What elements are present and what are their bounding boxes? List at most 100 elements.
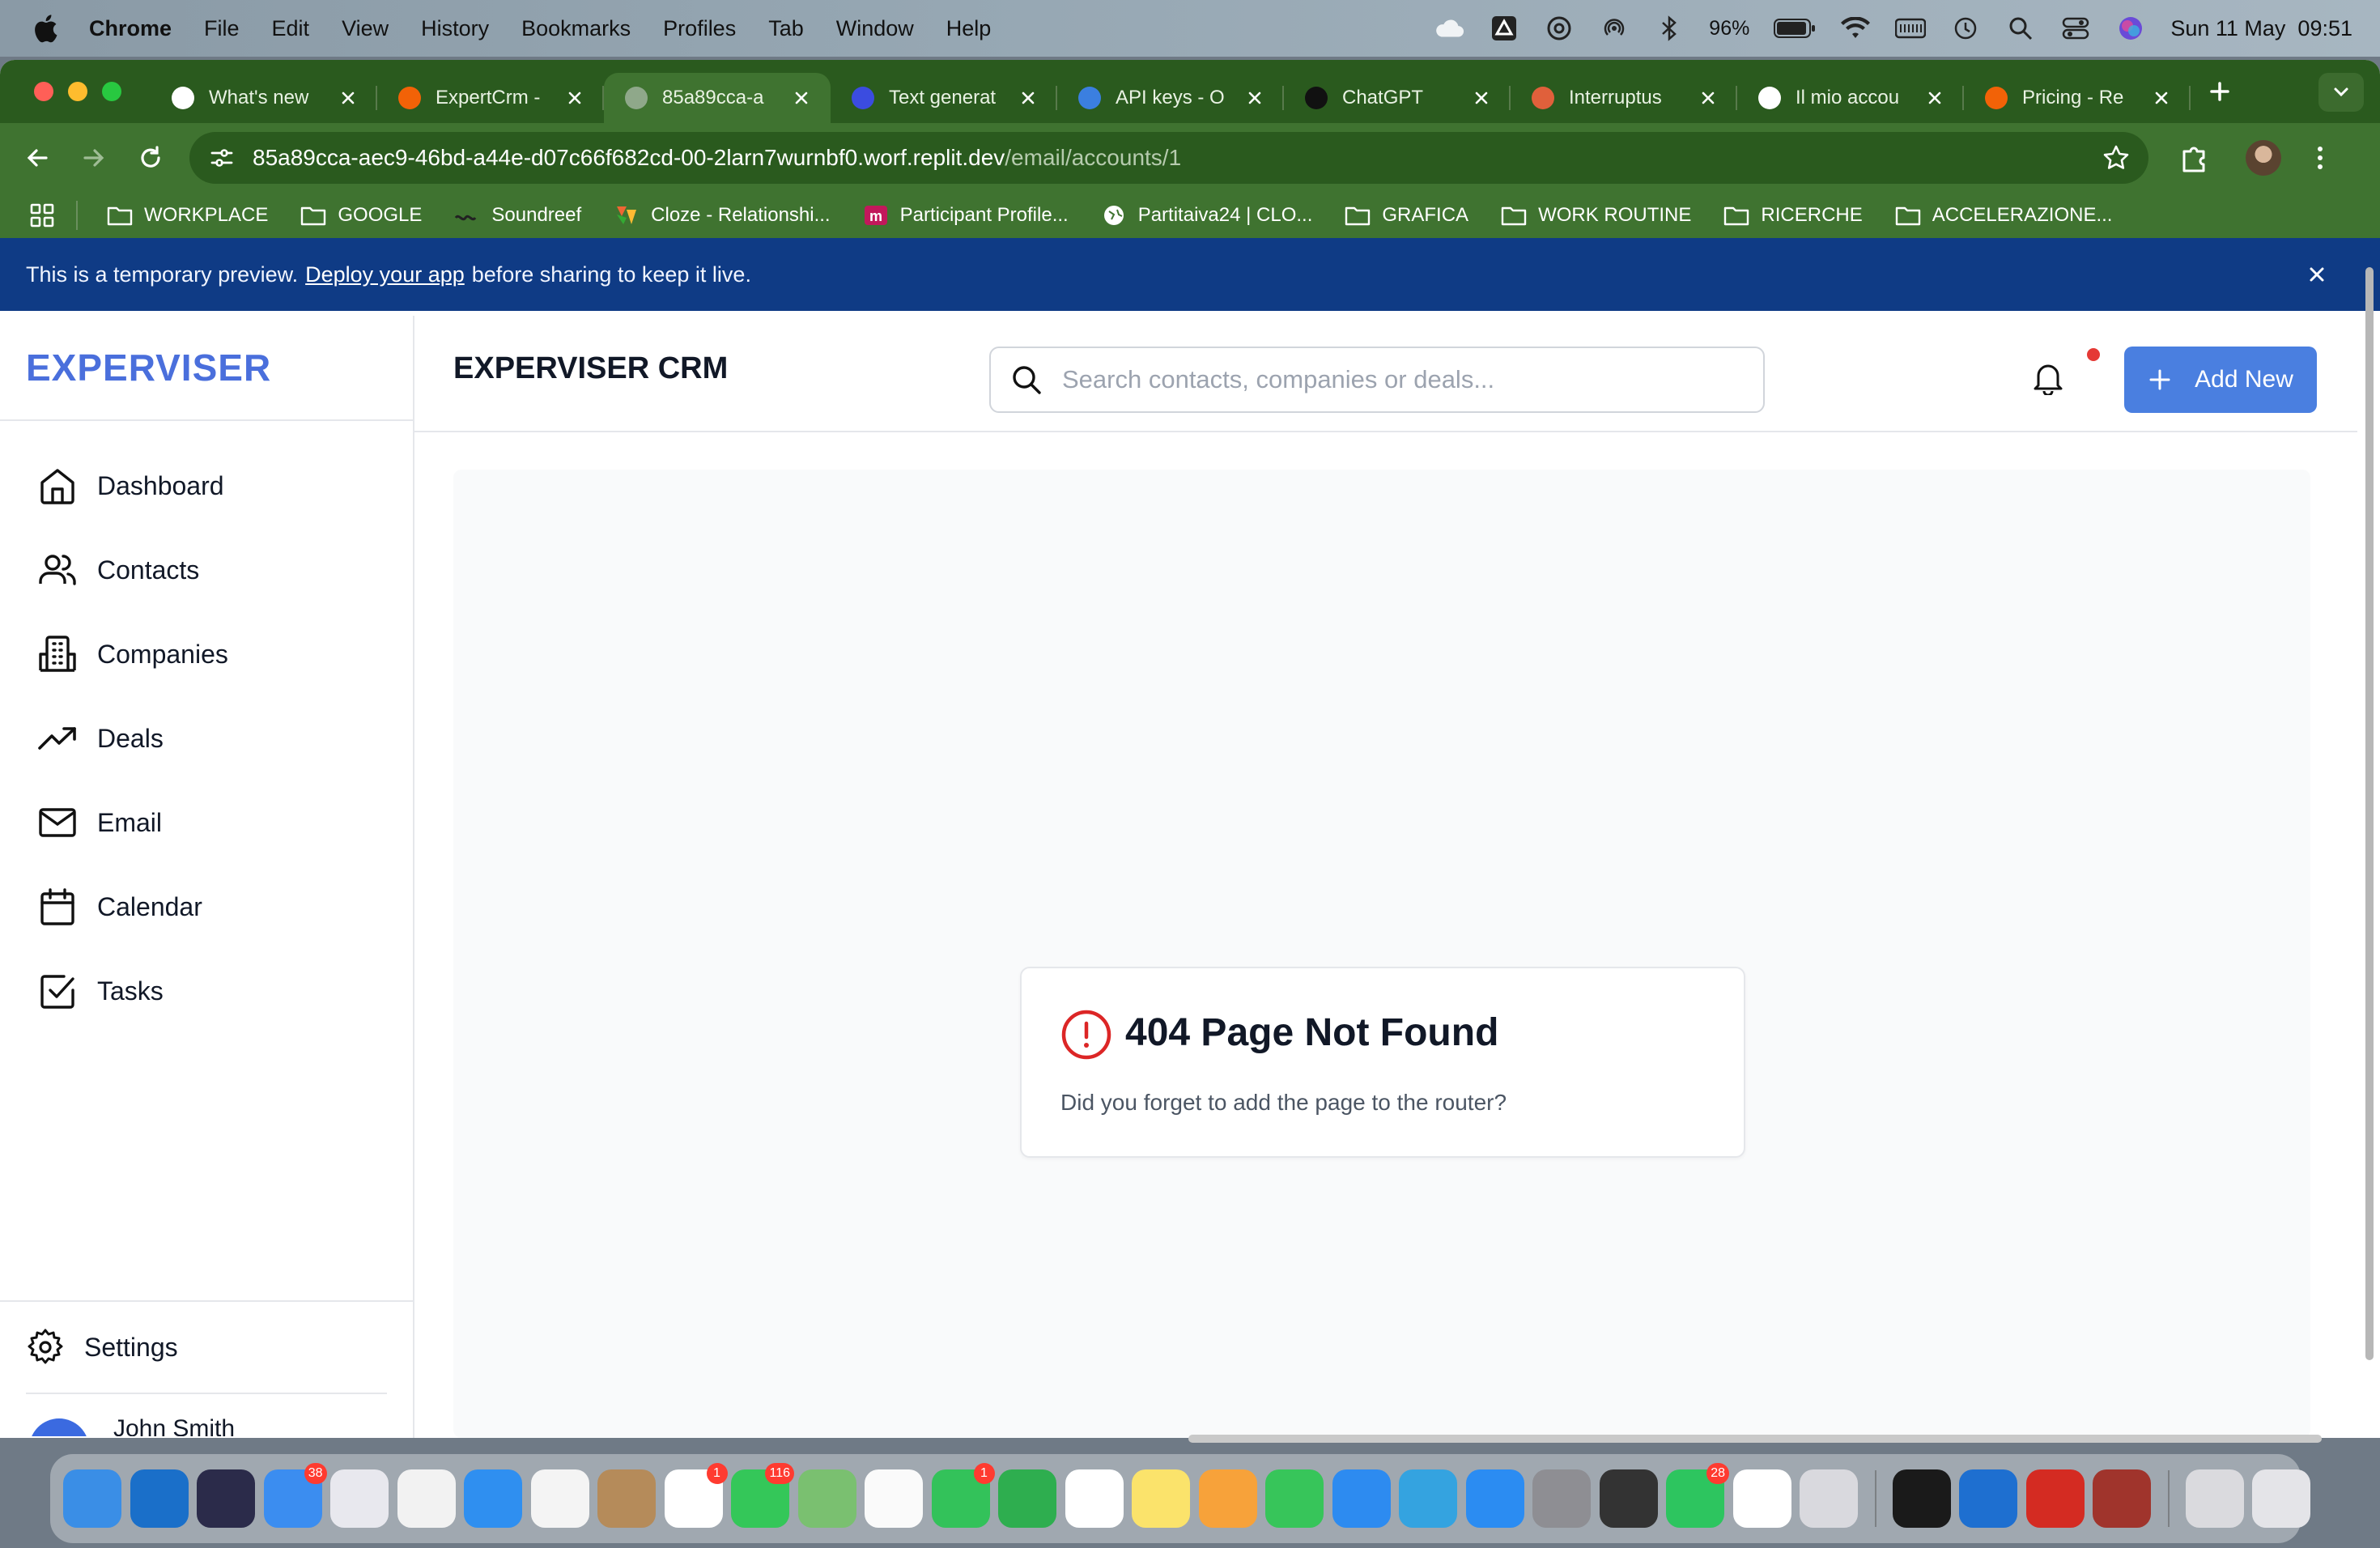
dock-app-contacts[interactable] (597, 1469, 656, 1528)
dock-app-facetime[interactable]: 1 (931, 1463, 995, 1528)
icloud-icon[interactable] (1434, 13, 1464, 44)
browser-tab[interactable]: ChatGPT (1284, 73, 1511, 123)
dock-app-launchpad[interactable] (330, 1469, 389, 1528)
sidebar-item-dashboard[interactable]: Dashboard (0, 444, 413, 528)
menu-file[interactable]: File (204, 16, 240, 41)
control-center-icon[interactable] (2060, 13, 2091, 44)
menubar-app-name[interactable]: Chrome (89, 16, 172, 41)
dock-app-phone[interactable] (1599, 1469, 1658, 1528)
dock-app-pages[interactable] (1198, 1469, 1257, 1528)
close-window-button[interactable] (34, 82, 53, 101)
close-tab-icon[interactable] (790, 87, 813, 109)
profile-avatar[interactable] (2246, 140, 2281, 176)
dock-app-chrome[interactable] (397, 1469, 456, 1528)
browser-tab[interactable]: Interruptus (1511, 73, 1737, 123)
bookmark-item[interactable]: Soundreef (454, 203, 581, 228)
dock-app-chatgpt[interactable] (1732, 1469, 1791, 1528)
site-settings-icon[interactable] (207, 143, 236, 172)
siri-icon[interactable] (2115, 13, 2146, 44)
close-tab-icon[interactable] (1923, 87, 1946, 109)
browser-tab[interactable]: What's new (151, 73, 377, 123)
menu-profiles[interactable]: Profiles (663, 16, 736, 41)
bookmark-item[interactable]: Cloze - Relationshi... (614, 203, 831, 228)
dock-app-numbers[interactable] (1265, 1469, 1324, 1528)
menu-window[interactable]: Window (836, 16, 914, 41)
browser-tab[interactable]: Pricing - Re (1964, 73, 2191, 123)
browser-tab[interactable]: API keys - O (1057, 73, 1284, 123)
more-menu-icon[interactable] (2306, 143, 2335, 172)
dock-app-system-settings[interactable] (1532, 1469, 1591, 1528)
battery-icon[interactable] (1774, 13, 1816, 44)
dock-app-trash[interactable] (2252, 1469, 2310, 1528)
deploy-link[interactable]: Deploy your app (305, 262, 465, 287)
airdrop-icon[interactable] (1599, 13, 1630, 44)
time-machine-icon[interactable] (1950, 13, 1981, 44)
browser-tab[interactable]: 85a89cca-a (604, 73, 831, 123)
menubar-clock[interactable]: Sun 11 May 09:51 (2170, 16, 2352, 41)
menu-edit[interactable]: Edit (272, 16, 310, 41)
sidebar-item-calendar[interactable]: Calendar (0, 865, 413, 949)
spotlight-icon[interactable] (2005, 13, 2036, 44)
close-tab-icon[interactable] (2150, 87, 2173, 109)
dock-app-downloads[interactable] (2185, 1469, 2244, 1528)
address-bar[interactable]: 85a89cca-aec9-46bd-a44e-d07c66f682cd-00-… (189, 132, 2148, 184)
bell-icon[interactable] (2032, 359, 2064, 395)
menu-tab[interactable]: Tab (768, 16, 804, 41)
zoom-window-button[interactable] (102, 82, 121, 101)
bookmark-item[interactable]: WORKPLACE (107, 203, 268, 228)
back-button[interactable] (19, 140, 55, 176)
dock-app-calendar[interactable]: 1 (664, 1463, 728, 1528)
dock-app-opera[interactable] (530, 1469, 589, 1528)
dock-app-messages[interactable]: 116 (731, 1463, 794, 1528)
wifi-icon[interactable] (1840, 13, 1871, 44)
dock-app-evernote[interactable] (1065, 1469, 1124, 1528)
close-tab-icon[interactable] (563, 87, 586, 109)
sidebar-item-email[interactable]: Email (0, 780, 413, 865)
sidebar-item-companies[interactable]: Companies (0, 612, 413, 696)
bookmark-item[interactable]: Partitaiva24 | CLO... (1101, 203, 1312, 228)
browser-tab[interactable]: ExpertCrm - (377, 73, 604, 123)
dock-app-whatsapp[interactable]: 28 (1666, 1463, 1729, 1528)
menu-bookmarks[interactable]: Bookmarks (521, 16, 631, 41)
dock-app-keynote[interactable] (1332, 1469, 1391, 1528)
close-icon[interactable] (2302, 260, 2331, 289)
browser-tab[interactable]: Il mio accou (1737, 73, 1964, 123)
dock-app-trello[interactable] (1959, 1469, 2017, 1528)
dock-app-dictionary[interactable] (2093, 1469, 2151, 1528)
bookmark-item[interactable]: m Participant Profile... (863, 203, 1069, 228)
dock-app-notes[interactable] (1132, 1469, 1190, 1528)
search-input[interactable] (1062, 365, 1750, 394)
battery-percent[interactable]: 96% (1709, 17, 1749, 40)
sidebar-item-contacts[interactable]: Contacts (0, 528, 413, 612)
bookmark-item[interactable]: WORK ROUTINE (1501, 203, 1691, 228)
page-scrollbar[interactable] (2364, 267, 2377, 1360)
menu-help[interactable]: Help (946, 16, 992, 41)
tab-search-button[interactable] (2318, 73, 2364, 112)
dock-app-acrobat[interactable] (2025, 1469, 2085, 1528)
bookmark-item[interactable]: GRAFICA (1345, 203, 1468, 228)
bookmark-item[interactable]: GOOGLE (300, 203, 422, 228)
horizontal-scrollbar[interactable] (1188, 1435, 2322, 1443)
bookmark-star-icon[interactable] (2102, 143, 2131, 172)
bookmark-item[interactable]: ACCELERAZIONE... (1895, 203, 2112, 228)
close-tab-icon[interactable] (1470, 87, 1493, 109)
sidebar-item-tasks[interactable]: Tasks (0, 949, 413, 1033)
search-box[interactable] (989, 347, 1765, 413)
close-tab-icon[interactable] (1243, 87, 1266, 109)
user-profile-row[interactable]: John Smith (0, 1393, 414, 1436)
dock-app-siri[interactable] (197, 1469, 255, 1528)
apple-icon[interactable] (31, 12, 58, 45)
dock-app-feedback[interactable] (998, 1469, 1056, 1528)
dock-app-spotify[interactable] (1892, 1469, 1951, 1528)
close-tab-icon[interactable] (337, 87, 359, 109)
dock-app-telegram[interactable] (1399, 1469, 1457, 1528)
keyboard-icon[interactable] (1895, 13, 1927, 44)
apps-grid-icon[interactable] (29, 202, 55, 228)
dock-app-iphone-mirroring[interactable] (1800, 1469, 1858, 1528)
forward-button[interactable] (76, 140, 112, 176)
close-tab-icon[interactable] (1017, 87, 1039, 109)
dock-app-mail[interactable]: 38 (263, 1463, 327, 1528)
bluetooth-icon[interactable] (1654, 13, 1685, 44)
sidebar-item-settings[interactable]: Settings (0, 1300, 413, 1393)
brand-logo[interactable]: EXPERVISER (0, 316, 413, 421)
